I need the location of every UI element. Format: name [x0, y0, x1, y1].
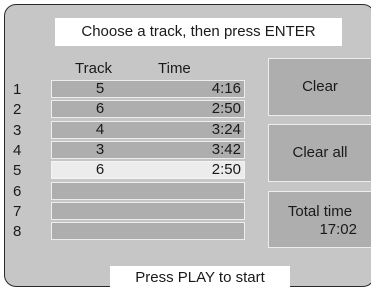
- track-row[interactable]: 8: [5, 222, 245, 241]
- time-column-header: Time: [158, 60, 191, 77]
- row-track-time: 3:24: [211, 120, 241, 138]
- clear-button[interactable]: Clear: [268, 58, 371, 116]
- clear-all-button[interactable]: Clear all: [268, 124, 371, 182]
- row-number: 1: [13, 81, 22, 98]
- track-column-header: Track: [75, 60, 112, 77]
- track-row[interactable]: 3 4 3:24: [5, 120, 245, 140]
- track-slot[interactable]: [51, 222, 245, 241]
- row-track-number: 6: [95, 100, 105, 118]
- total-time-box: Total time 17:02: [268, 191, 371, 248]
- track-row[interactable]: 5 6 2:50: [5, 161, 245, 180]
- track-slot[interactable]: [51, 201, 245, 220]
- row-track-number: 3: [95, 140, 105, 158]
- track-row[interactable]: 6: [5, 181, 245, 201]
- play-hint: Press PLAY to start: [110, 266, 290, 290]
- program-panel: Choose a track, then press ENTER Track T…: [4, 4, 371, 290]
- row-number: 2: [13, 101, 22, 119]
- row-number: 5: [13, 162, 22, 180]
- row-number: 8: [13, 223, 22, 241]
- instruction-banner: Choose a track, then press ENTER: [55, 18, 342, 46]
- row-track-time: 2:50: [211, 100, 241, 118]
- track-slot[interactable]: [51, 181, 245, 200]
- track-row[interactable]: 7: [5, 201, 245, 221]
- row-track-number: 6: [95, 161, 105, 179]
- row-number: 7: [13, 202, 22, 220]
- track-row[interactable]: 2 6 2:50: [5, 100, 245, 119]
- row-number: 6: [13, 182, 22, 200]
- total-time-value: 17:02: [319, 221, 357, 238]
- track-row[interactable]: 1 5 4:16: [5, 80, 245, 99]
- total-time-label: Total time: [287, 203, 353, 220]
- row-track-time: 4:16: [211, 80, 241, 97]
- row-track-number: 5: [95, 80, 105, 97]
- row-number: 4: [13, 141, 22, 159]
- row-track-time: 2:50: [211, 161, 241, 179]
- row-track-time: 3:42: [211, 140, 241, 158]
- track-row[interactable]: 4 3 3:42: [5, 140, 245, 160]
- row-number: 3: [13, 121, 22, 139]
- row-track-number: 4: [95, 120, 105, 138]
